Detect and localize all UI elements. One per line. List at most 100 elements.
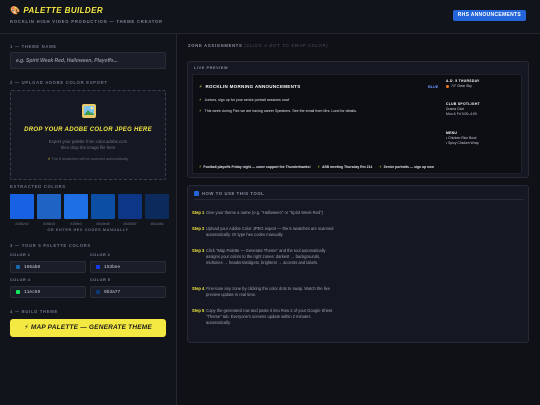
section-theme-name: 1 — THEME NAME — [10, 44, 57, 49]
color-5-swatch — [96, 290, 100, 294]
preview-club-time: Mon & Fri 3:00–4:00 — [446, 112, 477, 116]
section-extracted: EXTRACTED COLORS — [10, 184, 66, 189]
weather-icon — [446, 84, 449, 88]
swatch-hex: #0d4ea5 — [96, 222, 110, 226]
color-1-input[interactable]: 166ab0 — [10, 261, 86, 273]
swatch-hex: #0c2a5c — [150, 222, 164, 226]
zone-assignments-title: ZONE ASSIGNMENTS (CLICK A DOT TO SWAP CO… — [188, 43, 328, 48]
upload-line-2: then drop the image file here — [60, 145, 116, 150]
step-number: Step 2 — [192, 226, 205, 231]
step-number: Step 3 — [192, 248, 205, 253]
preview-heading: ⚡ ROCKLIN MORNING ANNOUNCEMENTS — [199, 84, 301, 90]
divider — [194, 199, 524, 200]
preview-announcement-text: This week during Flex we are having care… — [204, 109, 357, 113]
app-title: 🎨 PALETTE BUILDER — [10, 6, 103, 15]
step-text: Fine-tune any zone by clicking the color… — [206, 286, 330, 297]
swatch-color — [118, 194, 142, 219]
preview-menu-item: • Spicy Chicken Wrap — [446, 141, 479, 145]
ticker-item: ASB meeting Thursday Rm 214 — [321, 165, 373, 169]
map-palette-button[interactable]: ⚡ MAP PALETTE — GENERATE THEME — [10, 319, 166, 337]
color-2-value: 153bee — [104, 264, 121, 270]
swatch-color — [10, 194, 34, 219]
info-icon — [194, 191, 199, 197]
lightning-icon: ⚡ — [199, 165, 202, 169]
color-1-swatch — [16, 265, 20, 269]
swatch-color — [37, 194, 61, 219]
step-text: Click "Map Palette — Generate Theme" and… — [206, 248, 326, 265]
color-2-swatch — [96, 265, 100, 269]
color-2-label: COLOR 2 — [90, 253, 111, 257]
color-4-label: COLOR 4 — [10, 278, 31, 282]
swatch-color — [145, 194, 169, 219]
lightning-icon: ⚡ — [199, 84, 203, 89]
extracted-swatches: #1662e2 #1f64c5 #1f6fe4 #0d4ea5 #0d3687 … — [10, 194, 169, 226]
swatch[interactable]: #0d4ea5 — [91, 194, 115, 226]
color-2-input[interactable]: 153bee — [90, 261, 166, 273]
upload-note: ⚡ The 5 swatches will be scanned automat… — [11, 156, 165, 161]
live-preview-label: LIVE PREVIEW — [194, 66, 229, 70]
preview-ticker: ⚡ Football playoffs Friday night — come s… — [199, 165, 434, 169]
color-1-value: 166ab0 — [24, 264, 41, 270]
swatch-hex: #1662e2 — [15, 222, 29, 226]
step-number: Step 1 — [192, 210, 205, 215]
preview-weather: 74° Clear Sky — [451, 84, 472, 88]
step-number: Step 5 — [192, 308, 205, 313]
color-1-label: COLOR 1 — [10, 253, 31, 257]
color-5-value: 0b3a77 — [104, 289, 121, 295]
right-panel: ZONE ASSIGNMENTS (CLICK A DOT TO SWAP CO… — [178, 34, 540, 405]
preview-blue-label: BLUE — [428, 85, 439, 89]
zone-title-text: ZONE ASSIGNMENTS — [188, 43, 243, 48]
color-5-label: COLOR 5 — [90, 278, 111, 282]
step-text: Give your theme a name (e.g. "Halloween"… — [206, 210, 323, 215]
image-file-icon — [82, 104, 96, 118]
upload-note-text: The 5 swatches will be scanned automatic… — [51, 157, 129, 161]
color-4-value: 11ec59 — [24, 289, 41, 295]
color-4-swatch — [16, 290, 20, 294]
swatch-color — [91, 194, 115, 219]
lightning-icon: ⚡ — [24, 324, 29, 331]
section-upload: 2 — UPLOAD ADOBE COLOR EXPORT — [10, 80, 108, 85]
swatch[interactable]: #1662e2 — [10, 194, 34, 226]
color-4-input[interactable]: 11ec59 — [10, 286, 86, 298]
how-to-title: HOW TO USE THIS TOOL — [194, 191, 265, 197]
color-5-input[interactable]: 0b3a77 — [90, 286, 166, 298]
preview-announcement: ⚡ Juniors, sign up for your senior portra… — [199, 98, 289, 102]
swatch-color — [64, 194, 88, 219]
upload-dropzone[interactable]: DROP YOUR ADOBE COLOR JPEG HERE Export y… — [10, 90, 166, 180]
step-text: Upload your Adobe Color JPEG export — th… — [206, 226, 334, 237]
preview-club-widget: CLUB SPOTLIGHT Drama Club Mon & Fri 3:00… — [446, 102, 518, 117]
preview-heading-text: ROCKLIN MORNING ANNOUNCEMENTS — [205, 84, 301, 89]
swatch-hex: #0d3687 — [123, 222, 137, 226]
theme-name-placeholder: e.g. Spirit Week Red, Halloween, Playoff… — [16, 57, 118, 64]
map-palette-label: MAP PALETTE — GENERATE THEME — [30, 324, 152, 331]
upload-instructions: Export your palette from color.adobe.com… — [11, 139, 165, 151]
preview-announcement: ⚡ This week during Flex we are having car… — [199, 109, 357, 113]
section-build-theme: 4 — BUILD THEME — [10, 309, 58, 314]
section-palette-colors: 3 — YOUR 5 PALETTE COLORS — [10, 243, 91, 248]
how-to-card: HOW TO USE THIS TOOL Step 1 Give your the… — [187, 185, 529, 343]
preview-menu-widget: MENU • Chicken Rice Bowl • Spicy Chicken… — [446, 131, 518, 146]
rhs-announcements-tag[interactable]: RHS ANNOUNCEMENTS — [452, 10, 526, 21]
upload-title: DROP YOUR ADOBE COLOR JPEG HERE — [24, 127, 152, 133]
app-header: 🎨 PALETTE BUILDER ROCKLIN HIGH VIDEO PROD… — [0, 0, 540, 34]
swatch[interactable]: #0d3687 — [118, 194, 142, 226]
swatch[interactable]: #1f64c5 — [37, 194, 61, 226]
step-number: Step 4 — [192, 286, 205, 291]
manual-hex-note: OR ENTER HEX CODES MANUALLY — [47, 228, 129, 232]
left-panel: 1 — THEME NAME e.g. Spirit Week Red, Hal… — [0, 34, 177, 405]
swatch[interactable]: #1f6fe4 — [64, 194, 88, 226]
how-to-title-text: HOW TO USE THIS TOOL — [202, 191, 265, 196]
swatch-hex: #1f6fe4 — [70, 222, 82, 226]
app-title-text: PALETTE BUILDER — [23, 6, 104, 15]
swatch-hex: #1f64c5 — [42, 222, 56, 226]
lightning-icon: ⚡ — [379, 165, 382, 169]
app-subtitle: ROCKLIN HIGH VIDEO PRODUCTION — THEME CR… — [10, 19, 163, 24]
preview-announcement-text: Juniors, sign up for your senior portrai… — [204, 98, 290, 102]
swatch[interactable]: #0c2a5c — [145, 194, 169, 226]
lightning-icon: ⚡ — [199, 109, 202, 113]
ticker-item: Football playoffs Friday night — come su… — [203, 165, 311, 169]
theme-name-input[interactable]: e.g. Spirit Week Red, Halloween, Playoff… — [10, 52, 166, 69]
lightning-icon: ⚡ — [199, 98, 202, 102]
ticker-item: Senior portraits — sign up now — [383, 165, 434, 169]
preview-screen: ⚡ ROCKLIN MORNING ANNOUNCEMENTS BLUE ⚡ Jun… — [192, 74, 522, 174]
